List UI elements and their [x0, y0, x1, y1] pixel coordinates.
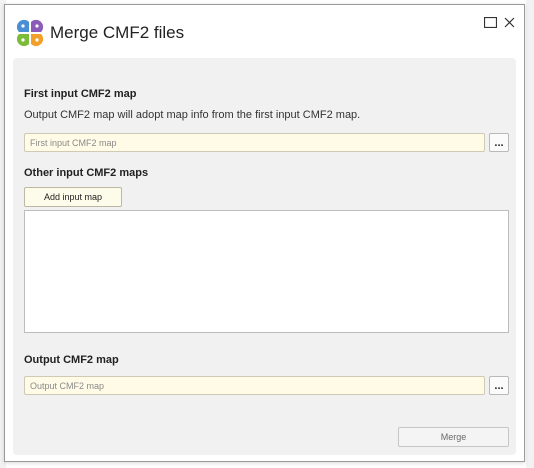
first-input-field[interactable]: [24, 133, 485, 152]
background-window-edge-right: [526, 0, 534, 468]
close-icon: [504, 17, 514, 27]
merge-button[interactable]: Merge: [398, 427, 509, 447]
maximize-icon: [483, 16, 497, 28]
output-browse-button[interactable]: ...: [489, 376, 509, 395]
merge-dialog: Merge CMF2 files First input CMF2 map Ou…: [4, 4, 525, 462]
first-input-info: Output CMF2 map will adopt map info from…: [24, 109, 361, 121]
form-panel: First input CMF2 map Output CMF2 map wil…: [13, 58, 516, 455]
four-petal-logo-icon: [16, 19, 44, 47]
output-field[interactable]: [24, 376, 485, 395]
maximize-button[interactable]: [482, 14, 498, 30]
output-label: Output CMF2 map: [24, 354, 119, 366]
first-input-browse-button[interactable]: ...: [489, 133, 509, 152]
add-input-map-button[interactable]: Add input map: [24, 187, 122, 207]
other-inputs-list[interactable]: [24, 210, 509, 333]
first-input-label: First input CMF2 map: [24, 88, 137, 100]
other-inputs-label: Other input CMF2 maps: [24, 167, 149, 179]
close-button[interactable]: [501, 14, 517, 30]
dialog-title: Merge CMF2 files: [50, 23, 185, 42]
title-bar: Merge CMF2 files: [5, 5, 524, 57]
